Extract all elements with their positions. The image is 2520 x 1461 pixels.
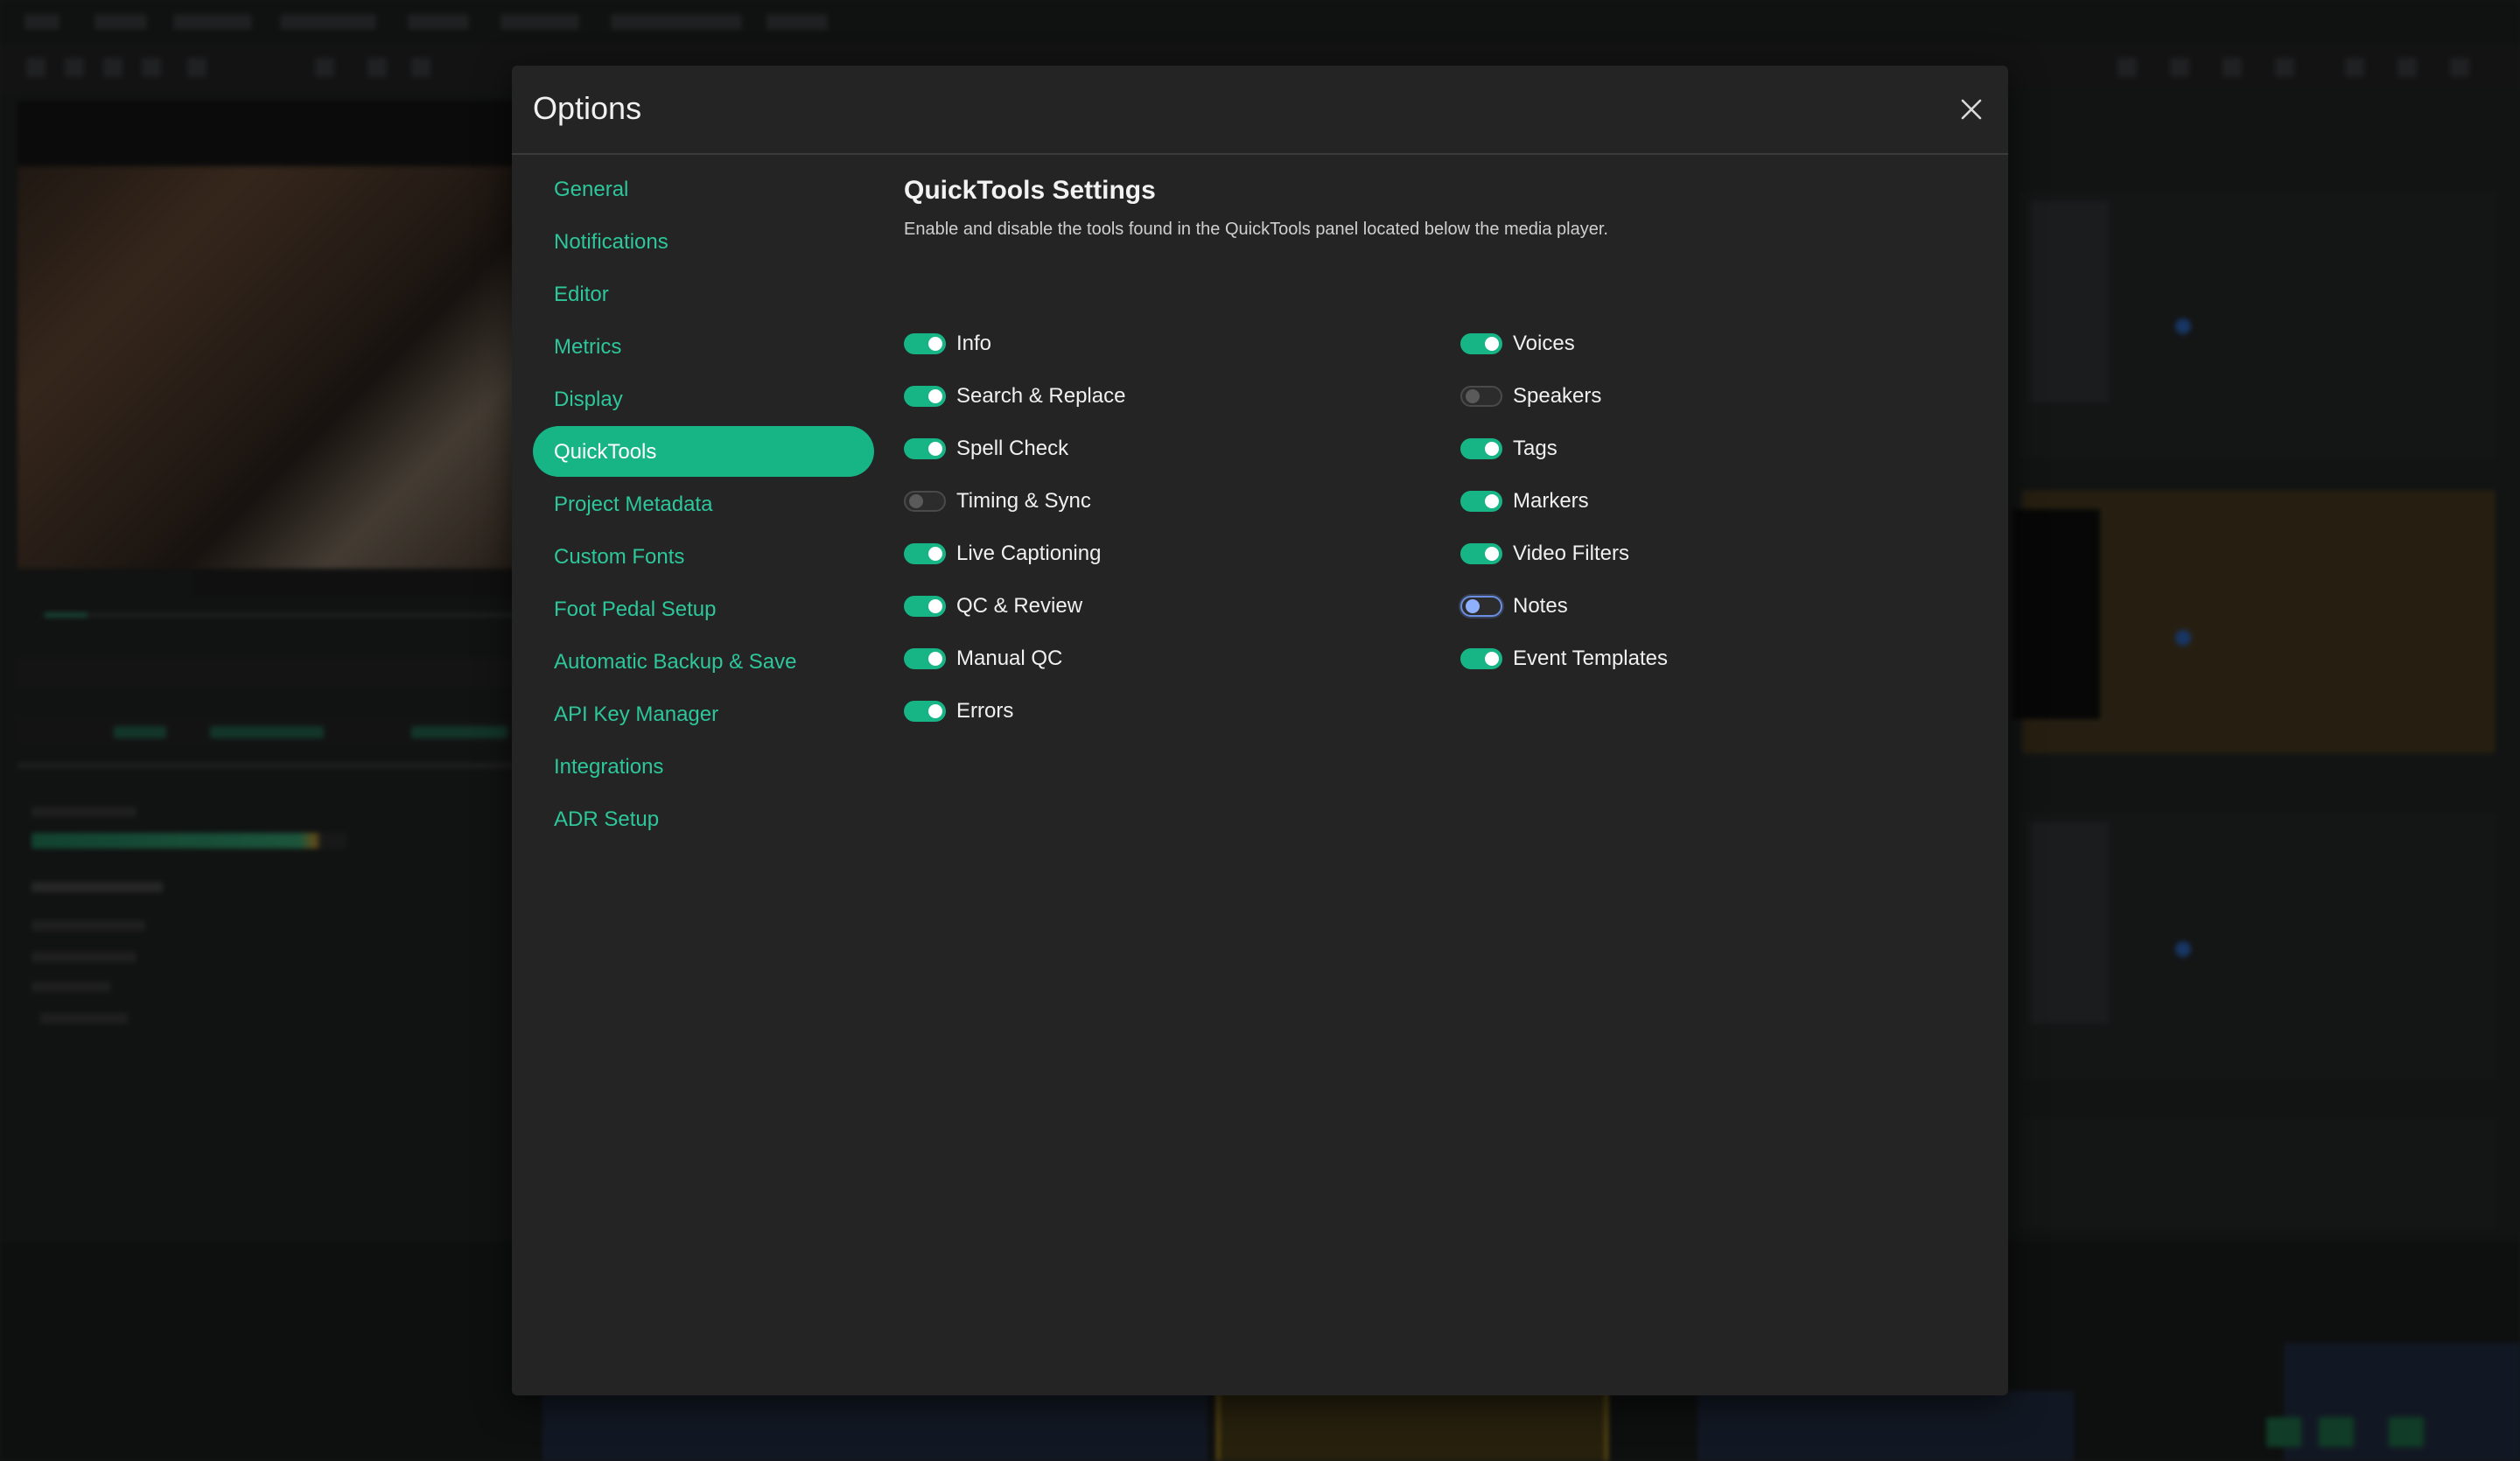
toggle-label: QC & Review	[956, 594, 1083, 618]
toggle-label: Live Captioning	[956, 542, 1102, 565]
sidebar-item-label: Automatic Backup & Save	[554, 650, 797, 674]
sidebar-item-label: Notifications	[554, 230, 668, 254]
toggle-knob	[1485, 547, 1499, 561]
sidebar-item-label: Metrics	[554, 335, 622, 359]
sidebar-item-project-metadata[interactable]: Project Metadata	[533, 479, 874, 529]
toggle-switch[interactable]	[904, 596, 946, 617]
toggle-switch[interactable]	[904, 386, 946, 407]
toggle-row-errors[interactable]: Errors	[904, 694, 1429, 746]
dialog-title: Options	[533, 90, 642, 126]
sidebar-item-display[interactable]: Display	[533, 374, 874, 424]
toggle-row-timing-sync[interactable]: Timing & Sync	[904, 484, 1429, 536]
toggle-label: Timing & Sync	[956, 489, 1091, 513]
toggle-knob	[928, 389, 942, 403]
toggle-switch[interactable]	[904, 491, 946, 512]
toggle-knob	[928, 442, 942, 456]
sidebar-item-foot-pedal-setup[interactable]: Foot Pedal Setup	[533, 584, 874, 634]
toggle-row-tags[interactable]: Tags	[1460, 431, 1985, 484]
toggle-row-search-replace[interactable]: Search & Replace	[904, 379, 1429, 431]
toggle-switch[interactable]	[904, 701, 946, 722]
sidebar-item-label: General	[554, 178, 629, 201]
sidebar-item-editor[interactable]: Editor	[533, 269, 874, 319]
toggle-label: Manual QC	[956, 647, 1063, 670]
toggle-switch[interactable]	[1460, 648, 1502, 669]
settings-title: QuickTools Settings	[904, 176, 1156, 205]
toggle-knob	[928, 337, 942, 351]
sidebar-item-api-key-manager[interactable]: API Key Manager	[533, 689, 874, 739]
toggle-switch[interactable]	[904, 648, 946, 669]
sidebar-item-integrations[interactable]: Integrations	[533, 741, 874, 792]
sidebar-item-label: Editor	[554, 283, 609, 306]
toggle-switch[interactable]	[1460, 438, 1502, 459]
sidebar-item-label: Integrations	[554, 755, 664, 779]
toggle-label: Info	[956, 332, 992, 355]
toggle-label: Speakers	[1513, 384, 1602, 408]
toggle-row-spell-check[interactable]: Spell Check	[904, 431, 1429, 484]
toggle-knob	[1485, 652, 1499, 666]
toggle-row-markers[interactable]: Markers	[1460, 484, 1985, 536]
toggle-label: Voices	[1513, 332, 1575, 355]
sidebar-item-label: QuickTools	[554, 440, 657, 464]
toggle-row-live-captioning[interactable]: Live Captioning	[904, 536, 1429, 589]
toggle-label: Spell Check	[956, 437, 1069, 460]
dialog-header: Options	[512, 66, 2008, 155]
options-dialog: Options General Notifications Editor Met…	[512, 66, 2008, 1395]
sidebar-item-custom-fonts[interactable]: Custom Fonts	[533, 531, 874, 582]
quicktools-settings-panel: QuickTools Settings Enable and disable t…	[904, 174, 1980, 723]
sidebar-item-label: Display	[554, 388, 623, 411]
toggle-label: Search & Replace	[956, 384, 1126, 408]
sidebar-item-automatic-backup[interactable]: Automatic Backup & Save	[533, 636, 874, 687]
toggle-row-notes[interactable]: Notes	[1460, 589, 1985, 641]
toggle-switch[interactable]	[1460, 491, 1502, 512]
toggle-switch[interactable]	[1460, 596, 1502, 617]
toggle-label: Tags	[1513, 437, 1558, 460]
options-sidebar: General Notifications Editor Metrics Dis…	[533, 164, 874, 846]
toggle-label: Notes	[1513, 594, 1568, 618]
toggle-row-manual-qc[interactable]: Manual QC	[904, 641, 1429, 694]
settings-description: Enable and disable the tools found in th…	[904, 220, 1608, 239]
toggle-label: Video Filters	[1513, 542, 1629, 565]
toggle-switch[interactable]	[1460, 333, 1502, 354]
toggle-row-qc-review[interactable]: QC & Review	[904, 589, 1429, 641]
close-icon	[1961, 99, 1982, 120]
toggle-label: Event Templates	[1513, 647, 1668, 670]
toggle-switch[interactable]	[904, 333, 946, 354]
toggle-label: Errors	[956, 699, 1014, 723]
toggle-knob	[1466, 389, 1480, 403]
sidebar-item-notifications[interactable]: Notifications	[533, 216, 874, 267]
toggle-switch[interactable]	[904, 438, 946, 459]
toggle-knob	[1466, 599, 1480, 613]
sidebar-item-metrics[interactable]: Metrics	[533, 321, 874, 372]
toggle-knob	[1485, 494, 1499, 508]
toggle-label: Markers	[1513, 489, 1589, 513]
toggle-row-video-filters[interactable]: Video Filters	[1460, 536, 1985, 589]
sidebar-item-label: API Key Manager	[554, 703, 719, 726]
close-button[interactable]	[1956, 94, 1987, 125]
toggle-knob	[1485, 442, 1499, 456]
toggle-row-event-templates[interactable]: Event Templates	[1460, 641, 1985, 694]
sidebar-item-label: ADR Setup	[554, 807, 660, 831]
toggle-knob	[928, 599, 942, 613]
sidebar-item-adr-setup[interactable]: ADR Setup	[533, 793, 874, 844]
toggle-row-speakers[interactable]: Speakers	[1460, 379, 1985, 431]
toggle-switch[interactable]	[1460, 386, 1502, 407]
toggle-switch[interactable]	[1460, 543, 1502, 564]
toggle-knob	[928, 704, 942, 718]
sidebar-item-quicktools[interactable]: QuickTools	[533, 426, 874, 477]
sidebar-item-label: Foot Pedal Setup	[554, 598, 717, 621]
toggle-knob	[909, 494, 923, 508]
toggle-knob	[1485, 337, 1499, 351]
sidebar-item-general[interactable]: General	[533, 164, 874, 214]
toggle-column-right: Voices Speakers Tags Markers Video Filte…	[1460, 326, 1985, 694]
sidebar-item-label: Project Metadata	[554, 493, 713, 516]
toggle-column-left: Info Search & Replace Spell Check Timing…	[904, 326, 1429, 746]
toggle-row-voices[interactable]: Voices	[1460, 326, 1985, 379]
toggle-row-info[interactable]: Info	[904, 326, 1429, 379]
toggle-switch[interactable]	[904, 543, 946, 564]
sidebar-item-label: Custom Fonts	[554, 545, 685, 569]
toggle-knob	[928, 547, 942, 561]
toggle-knob	[928, 652, 942, 666]
